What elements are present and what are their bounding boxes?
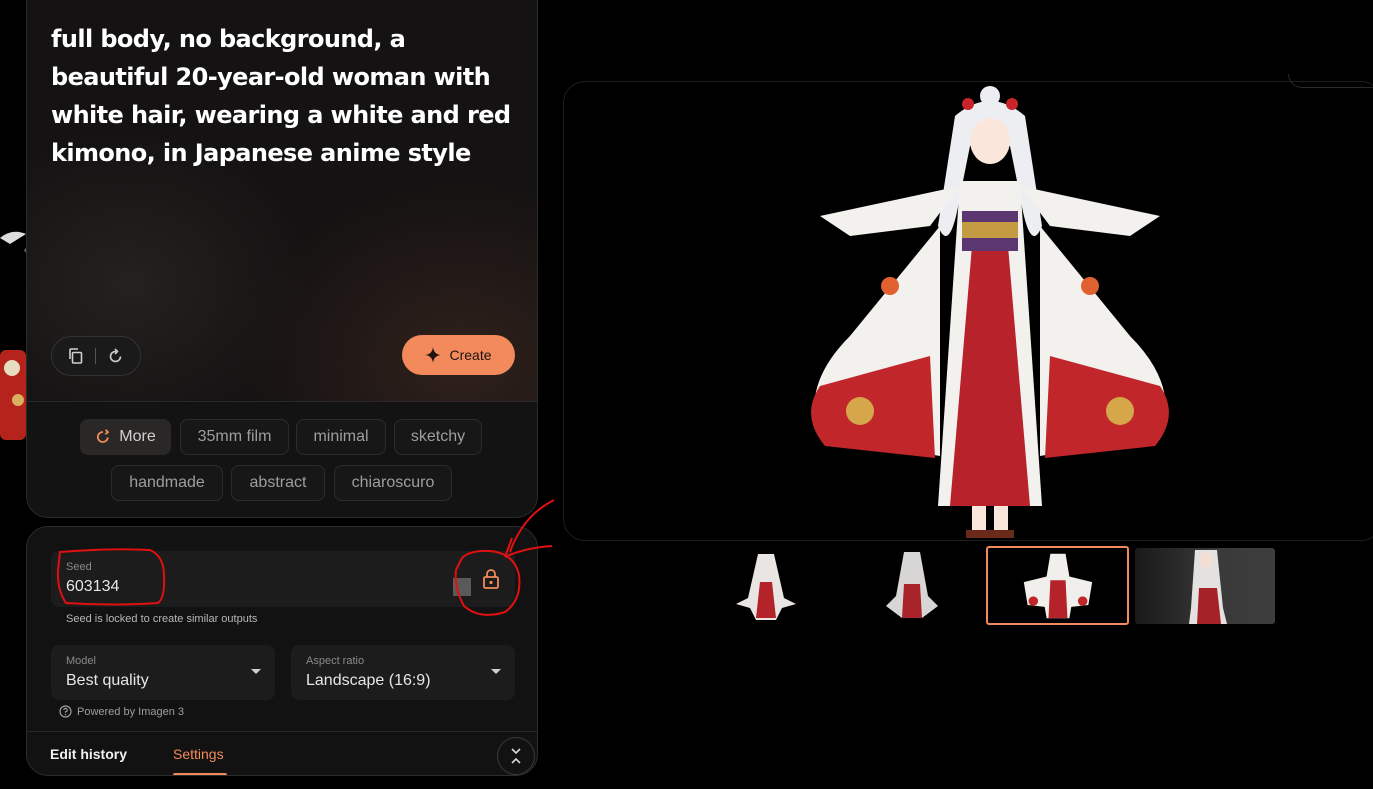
generated-image[interactable]	[780, 86, 1200, 542]
prompt-card: full body, no background, a beautiful 20…	[26, 0, 538, 518]
seed-field[interactable]: Seed 603134	[51, 551, 515, 607]
expand-collapse-icon	[511, 748, 521, 764]
chip-35mm-film[interactable]: 35mm film	[180, 419, 289, 455]
lock-icon	[483, 569, 499, 589]
seed-label: Seed	[66, 561, 92, 573]
thumbnail-3-selected[interactable]	[986, 546, 1129, 625]
seed-value[interactable]: 603134	[66, 578, 119, 596]
refresh-icon	[109, 348, 122, 363]
app-root: full body, no background, a beautiful 20…	[0, 0, 1373, 789]
help-circle-icon[interactable]	[59, 705, 72, 718]
thumbnail-1[interactable]	[696, 548, 836, 624]
model-value: Best quality	[66, 672, 149, 689]
prompt-text[interactable]: full body, no background, a beautiful 20…	[51, 20, 521, 172]
copy-icon	[69, 348, 83, 364]
reset-button[interactable]	[103, 343, 129, 369]
thumbnail-2[interactable]	[842, 548, 982, 624]
panel-tabs: Edit history Settings	[27, 731, 537, 775]
tool-divider	[95, 348, 97, 364]
seed-lock-note: Seed is locked to create similar outputs	[66, 613, 258, 625]
chip-label: handmade	[129, 474, 205, 491]
refresh-icon	[97, 429, 110, 443]
chip-label: More	[119, 428, 156, 445]
style-chips: More 35mm film minimal sketchy handmade …	[27, 401, 537, 517]
sparkle-icon	[425, 347, 442, 363]
aspect-ratio-value: Landscape (16:9)	[306, 672, 431, 689]
chip-label: abstract	[249, 474, 307, 491]
chip-handmade[interactable]: handmade	[111, 465, 223, 501]
powered-by-text: Powered by Imagen 3	[77, 705, 185, 718]
settings-card: Seed 603134 Seed is locked to create sim…	[26, 526, 538, 776]
tab-edit-history[interactable]: Edit history	[50, 746, 127, 762]
chip-label: chiaroscuro	[351, 474, 435, 491]
prompt-tools	[51, 336, 141, 376]
create-label: Create	[449, 347, 492, 363]
chevron-down-icon	[251, 669, 261, 674]
copy-button[interactable]	[63, 343, 89, 369]
seed-indicator	[453, 578, 471, 596]
chevron-down-icon	[491, 669, 501, 674]
collapse-panel-button[interactable]	[497, 737, 535, 775]
aspect-ratio-label: Aspect ratio	[306, 655, 365, 667]
chip-label: 35mm film	[197, 428, 272, 445]
aspect-ratio-select[interactable]: Aspect ratio Landscape (16:9)	[291, 645, 515, 700]
tab-settings[interactable]: Settings	[173, 746, 224, 762]
chip-abstract[interactable]: abstract	[231, 465, 325, 501]
viewer-top-edge	[1288, 74, 1373, 88]
powered-by: Powered by Imagen 3	[59, 705, 184, 718]
active-tab-indicator	[173, 773, 227, 775]
chip-label: sketchy	[410, 428, 466, 445]
chip-sketchy[interactable]: sketchy	[394, 419, 482, 455]
chip-more[interactable]: More	[80, 419, 171, 455]
seed-lock-button[interactable]	[479, 567, 503, 591]
chip-label: minimal	[313, 428, 369, 445]
thumbnail-4[interactable]	[1135, 548, 1275, 624]
create-button[interactable]: Create	[402, 335, 515, 375]
chip-minimal[interactable]: minimal	[296, 419, 386, 455]
model-label: Model	[66, 655, 96, 667]
chip-chiaroscuro[interactable]: chiaroscuro	[334, 465, 452, 501]
model-select[interactable]: Model Best quality	[51, 645, 275, 700]
